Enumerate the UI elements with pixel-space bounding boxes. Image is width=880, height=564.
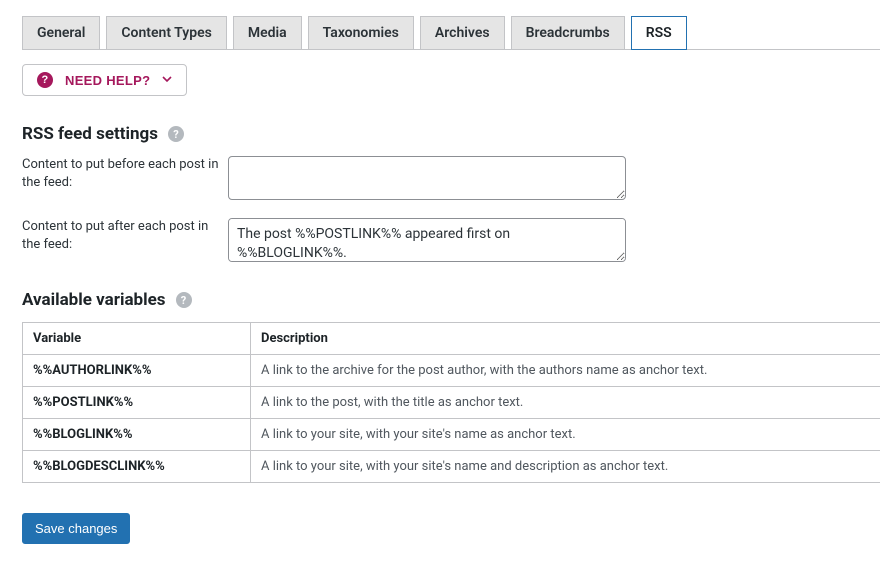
- table-row: %%BLOGDESCLINK%% A link to your site, wi…: [23, 451, 880, 483]
- tab-taxonomies[interactable]: Taxonomies: [308, 16, 414, 50]
- table-row: %%BLOGLINK%% A link to your site, with y…: [23, 419, 880, 451]
- var-desc: A link to the post, with the title as an…: [251, 387, 880, 419]
- var-name: %%BLOGDESCLINK%%: [23, 451, 251, 483]
- need-help-label: NEED HELP?: [65, 73, 150, 88]
- var-name: %%POSTLINK%%: [23, 387, 251, 419]
- help-icon[interactable]: ?: [168, 126, 184, 142]
- var-desc: A link to the archive for the post autho…: [251, 355, 880, 387]
- vars-heading-text: Available variables: [22, 290, 166, 310]
- var-desc: A link to your site, with your site's na…: [251, 419, 880, 451]
- tab-rss[interactable]: RSS: [631, 16, 687, 50]
- variables-table: Variable Description %%AUTHORLINK%% A li…: [22, 322, 880, 483]
- help-icon[interactable]: ?: [176, 292, 192, 308]
- table-row: %%POSTLINK%% A link to the post, with th…: [23, 387, 880, 419]
- save-changes-button[interactable]: Save changes: [22, 513, 130, 544]
- rss-heading-text: RSS feed settings: [22, 124, 158, 144]
- chevron-down-icon: [162, 73, 172, 87]
- question-icon: ?: [37, 72, 53, 88]
- settings-tabs: General Content Types Media Taxonomies A…: [22, 16, 880, 50]
- after-post-label: Content to put after each post in the fe…: [22, 218, 220, 253]
- after-post-textarea[interactable]: [228, 218, 626, 262]
- var-desc: A link to your site, with your site's na…: [251, 451, 880, 483]
- tab-general[interactable]: General: [22, 16, 100, 50]
- before-post-textarea[interactable]: [228, 156, 626, 200]
- tab-breadcrumbs[interactable]: Breadcrumbs: [511, 16, 625, 50]
- table-row: %%AUTHORLINK%% A link to the archive for…: [23, 355, 880, 387]
- var-name: %%AUTHORLINK%%: [23, 355, 251, 387]
- before-post-label: Content to put before each post in the f…: [22, 156, 220, 191]
- col-description: Description: [251, 323, 880, 355]
- tab-archives[interactable]: Archives: [420, 16, 505, 50]
- need-help-button[interactable]: ? NEED HELP?: [22, 64, 187, 96]
- tab-content-types[interactable]: Content Types: [106, 16, 226, 50]
- available-variables-heading: Available variables ?: [22, 290, 880, 310]
- tab-media[interactable]: Media: [233, 16, 302, 50]
- col-variable: Variable: [23, 323, 251, 355]
- rss-feed-settings-heading: RSS feed settings ?: [22, 124, 880, 144]
- var-name: %%BLOGLINK%%: [23, 419, 251, 451]
